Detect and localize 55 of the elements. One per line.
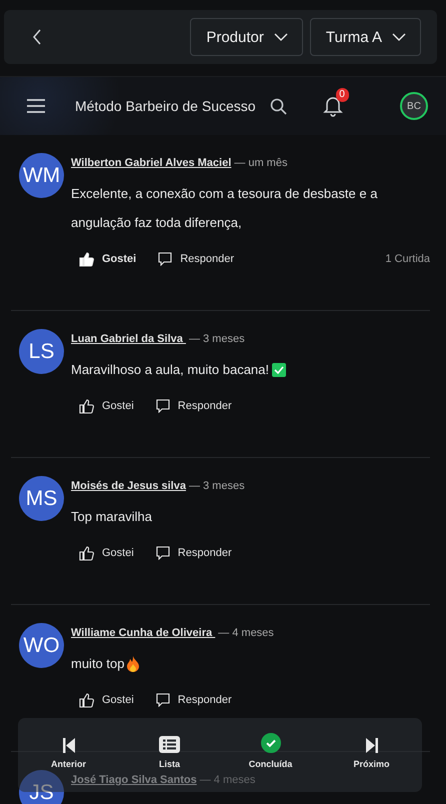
- like-button[interactable]: Gostei: [79, 252, 136, 266]
- reply-button[interactable]: Responder: [156, 399, 232, 413]
- reply-button[interactable]: Responder: [158, 252, 234, 266]
- search-icon[interactable]: [270, 98, 287, 114]
- chevron-down-icon: [274, 33, 288, 41]
- dropdown[interactable]: Produtor: [190, 18, 303, 56]
- speech-bubble-icon: [156, 546, 170, 560]
- comment-time: — 4 meses: [200, 774, 256, 786]
- comment-text: Top maravilha: [71, 508, 152, 526]
- author-link[interactable]: Moisés de Jesus silva: [71, 480, 186, 492]
- comment-time: — 3 meses: [188, 333, 245, 345]
- avatar: JS: [19, 770, 64, 804]
- comment-text: Excelente, a conexão com a tesoura de desbaste e a angulação faz toda diferença,: [71, 185, 378, 232]
- chevron-down-icon: [392, 33, 406, 41]
- user-avatar[interactable]: BC: [400, 92, 428, 120]
- nav-button[interactable]: Lista: [124, 733, 214, 769]
- speech-bubble-icon: [158, 252, 172, 266]
- course-title: Método Barbeiro de Sucesso: [75, 98, 256, 114]
- like-count: 1 Curtida: [385, 253, 430, 265]
- thumbs-up-icon: [79, 398, 94, 414]
- avatar: WM: [19, 153, 64, 198]
- author-link[interactable]: Luan Gabriel da Silva: [71, 333, 186, 345]
- speech-bubble-icon: [156, 693, 170, 707]
- comment-text: muito top: [71, 655, 124, 673]
- like-button[interactable]: Gostei: [79, 546, 134, 560]
- comment-text: Maravilhoso a aula, muito bacana!: [71, 361, 270, 379]
- skip-back-icon: [62, 738, 74, 753]
- comment-time: — um mês: [234, 157, 288, 169]
- thumbs-up-icon: [79, 252, 94, 266]
- skip-forward-icon: [366, 738, 378, 753]
- author-link[interactable]: Wilberton Gabriel Alves Maciel: [71, 157, 232, 169]
- nav-button[interactable]: Anterior: [24, 733, 114, 769]
- menu-icon[interactable]: [27, 99, 45, 113]
- comment-time: — 3 meses: [188, 480, 245, 492]
- comment-time: — 4 meses: [218, 627, 274, 639]
- dropdown[interactable]: Turma A: [310, 18, 421, 56]
- author-link[interactable]: José Tiago Silva Santos: [71, 774, 197, 786]
- thumbs-up-icon: [79, 692, 94, 708]
- thumbs-up-icon: [79, 546, 94, 560]
- avatar: MS: [19, 476, 64, 521]
- nav-button[interactable]: Concluída: [226, 733, 316, 769]
- bell-icon[interactable]: [322, 95, 343, 117]
- avatar: LS: [19, 329, 64, 374]
- reply-button[interactable]: Responder: [156, 546, 232, 560]
- fire-icon: [127, 656, 140, 672]
- nav-button[interactable]: Próximo: [326, 733, 416, 769]
- check-mark-icon: [272, 362, 286, 376]
- speech-bubble-icon: [156, 399, 170, 413]
- author-link[interactable]: Williame Cunha de Oliveira: [71, 627, 216, 639]
- avatar: WO: [19, 623, 64, 668]
- reply-button[interactable]: Responder: [156, 693, 232, 707]
- like-button[interactable]: Gostei: [79, 692, 134, 708]
- back-icon[interactable]: [32, 29, 42, 45]
- notification-badge: 0: [336, 88, 349, 102]
- like-button[interactable]: Gostei: [79, 398, 134, 414]
